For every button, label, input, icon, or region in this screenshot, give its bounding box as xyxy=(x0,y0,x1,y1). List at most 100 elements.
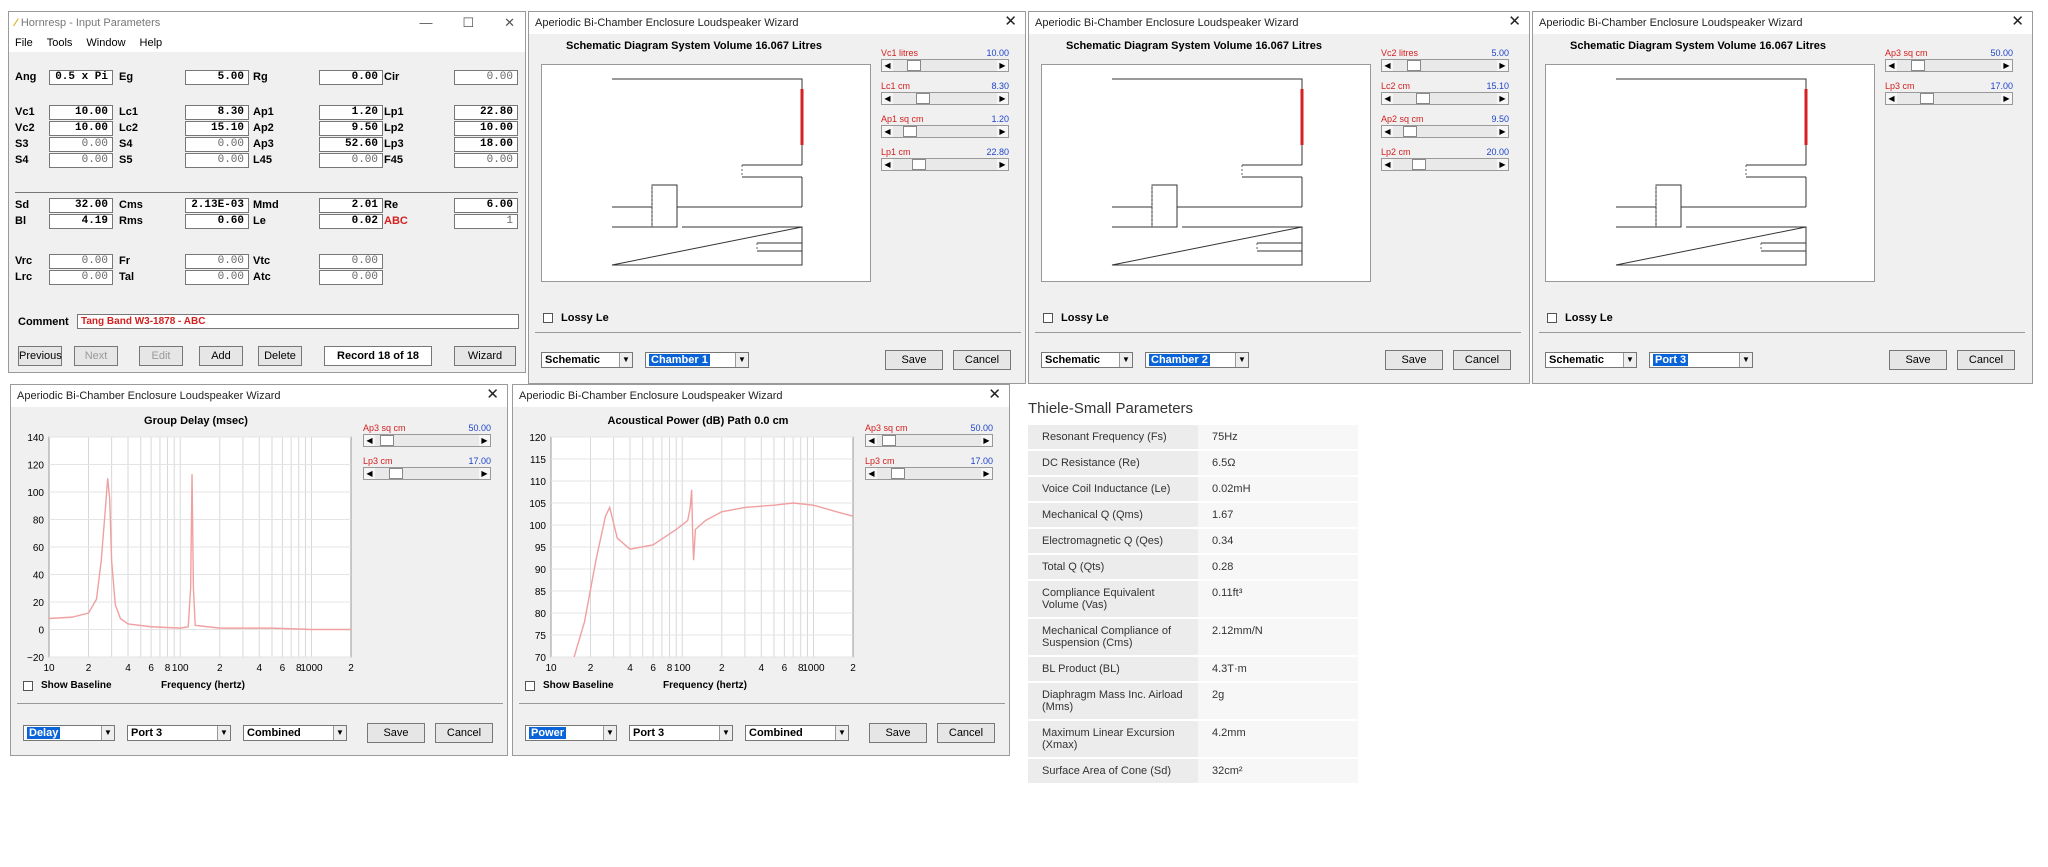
slider-track[interactable]: ◀ ▶ xyxy=(865,467,993,480)
slider-track[interactable]: ◀ ▶ xyxy=(881,59,1009,72)
arrow-left-icon[interactable]: ◀ xyxy=(1382,159,1393,170)
close-icon[interactable]: ✕ xyxy=(1004,14,1017,29)
arrow-right-icon[interactable]: ▶ xyxy=(981,468,992,479)
arrow-left-icon[interactable]: ◀ xyxy=(882,60,893,71)
edit-button[interactable]: Edit xyxy=(139,346,183,366)
close-icon[interactable]: ✕ xyxy=(486,387,499,402)
slider-thumb[interactable] xyxy=(911,159,926,170)
chevron-down-icon[interactable]: ▼ xyxy=(1235,353,1248,367)
param-field[interactable]: 4.19 xyxy=(49,214,113,229)
arrow-right-icon[interactable]: ▶ xyxy=(997,126,1008,137)
arrow-right-icon[interactable]: ▶ xyxy=(479,435,490,446)
param-field[interactable]: 2.01 xyxy=(319,198,383,213)
slider-track[interactable]: ◀ ▶ xyxy=(1381,158,1509,171)
minimize-icon[interactable]: — xyxy=(419,15,432,31)
component-select[interactable]: Chamber 2 ▼ xyxy=(1145,352,1249,368)
view-select[interactable]: Schematic ▼ xyxy=(1041,352,1133,368)
slider-thumb[interactable] xyxy=(1911,60,1926,71)
port-select[interactable]: Port 3 ▼ xyxy=(127,725,231,741)
param-field[interactable]: 8.30 xyxy=(185,105,249,120)
param-field[interactable]: 0.00 xyxy=(49,153,113,168)
wizard-button[interactable]: Wizard xyxy=(454,346,516,366)
param-field[interactable]: 0.00 xyxy=(454,153,518,168)
param-field[interactable]: 1.20 xyxy=(319,105,383,120)
param-field[interactable]: 0.00 xyxy=(185,270,249,285)
param-field[interactable]: 0.00 xyxy=(49,270,113,285)
show-baseline-checkbox[interactable] xyxy=(23,681,33,691)
arrow-right-icon[interactable]: ▶ xyxy=(981,435,992,446)
cancel-button[interactable]: Cancel xyxy=(953,350,1011,370)
param-field[interactable]: 10.00 xyxy=(454,121,518,136)
slider-track[interactable]: ◀ ▶ xyxy=(881,158,1009,171)
arrow-right-icon[interactable]: ▶ xyxy=(997,93,1008,104)
delete-button[interactable]: Delete xyxy=(258,346,302,366)
save-button[interactable]: Save xyxy=(367,723,425,743)
slider-thumb[interactable] xyxy=(1920,93,1934,104)
slider-thumb[interactable] xyxy=(902,126,917,137)
cancel-button[interactable]: Cancel xyxy=(937,723,995,743)
close-icon[interactable]: ✕ xyxy=(1508,14,1521,29)
param-field[interactable]: 18.00 xyxy=(454,137,518,152)
next-button[interactable]: Next xyxy=(74,346,118,366)
cancel-button[interactable]: Cancel xyxy=(435,723,493,743)
param-field[interactable]: 0.00 xyxy=(319,254,383,269)
arrow-right-icon[interactable]: ▶ xyxy=(1497,159,1508,170)
chevron-down-icon[interactable]: ▼ xyxy=(1739,353,1752,367)
slider-track[interactable]: ◀ ▶ xyxy=(865,434,993,447)
param-field[interactable]: 0.02 xyxy=(319,214,383,229)
menu-help[interactable]: Help xyxy=(140,37,163,49)
slider-thumb[interactable] xyxy=(380,435,395,446)
arrow-left-icon[interactable]: ◀ xyxy=(1886,60,1897,71)
param-field[interactable]: 32.00 xyxy=(49,198,113,213)
param-field[interactable]: 0.00 xyxy=(319,270,383,285)
param-field[interactable]: 0.00 xyxy=(185,254,249,269)
chart-type-select[interactable]: Power ▼ xyxy=(525,725,617,741)
param-field[interactable]: 5.00 xyxy=(185,70,249,85)
slider-track[interactable]: ◀ ▶ xyxy=(363,434,491,447)
lossy-le-checkbox[interactable] xyxy=(543,313,553,323)
save-button[interactable]: Save xyxy=(1385,350,1443,370)
show-baseline-checkbox[interactable] xyxy=(525,681,535,691)
param-field[interactable]: 15.10 xyxy=(185,121,249,136)
param-field[interactable]: 6.00 xyxy=(454,198,518,213)
arrow-right-icon[interactable]: ▶ xyxy=(479,468,490,479)
param-field[interactable]: 10.00 xyxy=(49,121,113,136)
save-button[interactable]: Save xyxy=(885,350,943,370)
arrow-right-icon[interactable]: ▶ xyxy=(2001,60,2012,71)
slider-track[interactable]: ◀ ▶ xyxy=(881,92,1009,105)
param-field[interactable]: 22.80 xyxy=(454,105,518,120)
slider-thumb[interactable] xyxy=(1407,60,1422,71)
save-button[interactable]: Save xyxy=(869,723,927,743)
combine-select[interactable]: Combined ▼ xyxy=(745,725,849,741)
chart-type-select[interactable]: Delay ▼ xyxy=(23,725,115,741)
slider-track[interactable]: ◀ ▶ xyxy=(363,467,491,480)
param-field[interactable]: 0.00 xyxy=(319,70,383,85)
param-field[interactable]: 0.00 xyxy=(49,137,113,152)
param-field[interactable]: 0.00 xyxy=(185,153,249,168)
comment-field[interactable]: Tang Band W3-1878 - ABC xyxy=(77,314,519,329)
menu-tools[interactable]: Tools xyxy=(47,37,73,49)
slider-thumb[interactable] xyxy=(907,60,922,71)
param-field[interactable]: 0.00 xyxy=(185,137,249,152)
param-field[interactable]: 0.5 x Pi xyxy=(49,70,113,85)
slider-thumb[interactable] xyxy=(882,435,897,446)
param-field[interactable]: 52.60 xyxy=(319,137,383,152)
slider-track[interactable]: ◀ ▶ xyxy=(1381,59,1509,72)
cancel-button[interactable]: Cancel xyxy=(1453,350,1511,370)
slider-thumb[interactable] xyxy=(916,93,930,104)
param-field[interactable]: 1 xyxy=(454,214,518,229)
combine-select[interactable]: Combined ▼ xyxy=(243,725,347,741)
arrow-left-icon[interactable]: ◀ xyxy=(882,126,893,137)
param-field[interactable]: 0.00 xyxy=(454,70,518,85)
param-field[interactable]: 9.50 xyxy=(319,121,383,136)
previous-button[interactable]: Previous xyxy=(18,346,62,366)
slider-thumb[interactable] xyxy=(891,468,906,479)
close-icon[interactable]: ✕ xyxy=(2011,14,2024,29)
arrow-left-icon[interactable]: ◀ xyxy=(1382,93,1393,104)
component-select[interactable]: Chamber 1 ▼ xyxy=(645,352,749,368)
param-field[interactable]: 0.60 xyxy=(185,214,249,229)
arrow-right-icon[interactable]: ▶ xyxy=(997,60,1008,71)
chevron-down-icon[interactable]: ▼ xyxy=(1119,353,1132,367)
view-select[interactable]: Schematic ▼ xyxy=(1545,352,1637,368)
maximize-icon[interactable]: ☐ xyxy=(462,15,474,31)
